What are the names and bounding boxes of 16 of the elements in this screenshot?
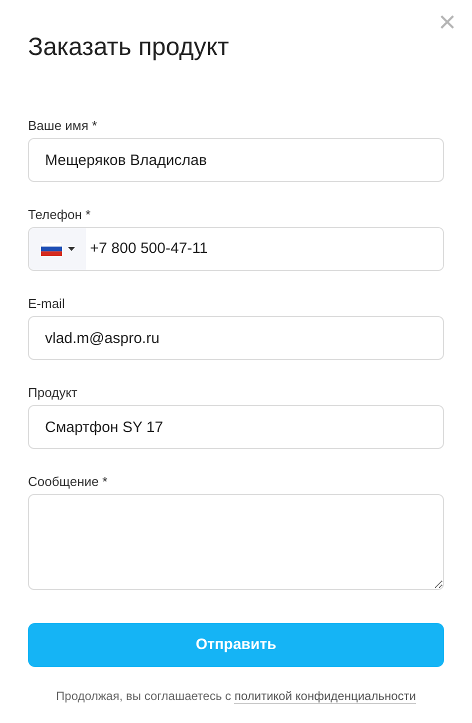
input-field[interactable]: Смартфон SY 17 bbox=[28, 405, 444, 449]
message-field[interactable] bbox=[28, 494, 444, 590]
flag-icon bbox=[40, 242, 62, 256]
field-label: Сообщение * bbox=[28, 474, 108, 489]
input-field[interactable]: vlad.m@aspro.ru bbox=[28, 316, 444, 360]
field-label: Продукт bbox=[28, 385, 78, 400]
field-label: E-mail bbox=[28, 296, 65, 311]
field-label: Телефон * bbox=[28, 207, 91, 222]
caret-icon bbox=[68, 247, 74, 251]
field-label: Ваше имя * bbox=[28, 118, 98, 133]
consent-text: Продолжая, вы соглашаетесь с политикой конфиденциальности bbox=[55, 688, 417, 705]
country-select[interactable] bbox=[29, 228, 86, 270]
input-field[interactable]: Мещеряков Владислав bbox=[28, 138, 444, 182]
privacy-link[interactable]: политикой конфиденциальности bbox=[234, 689, 416, 704]
dialog-title: Заказать продукт bbox=[28, 32, 230, 63]
phone-field[interactable]: +7 800 500-47-11 bbox=[28, 227, 444, 271]
